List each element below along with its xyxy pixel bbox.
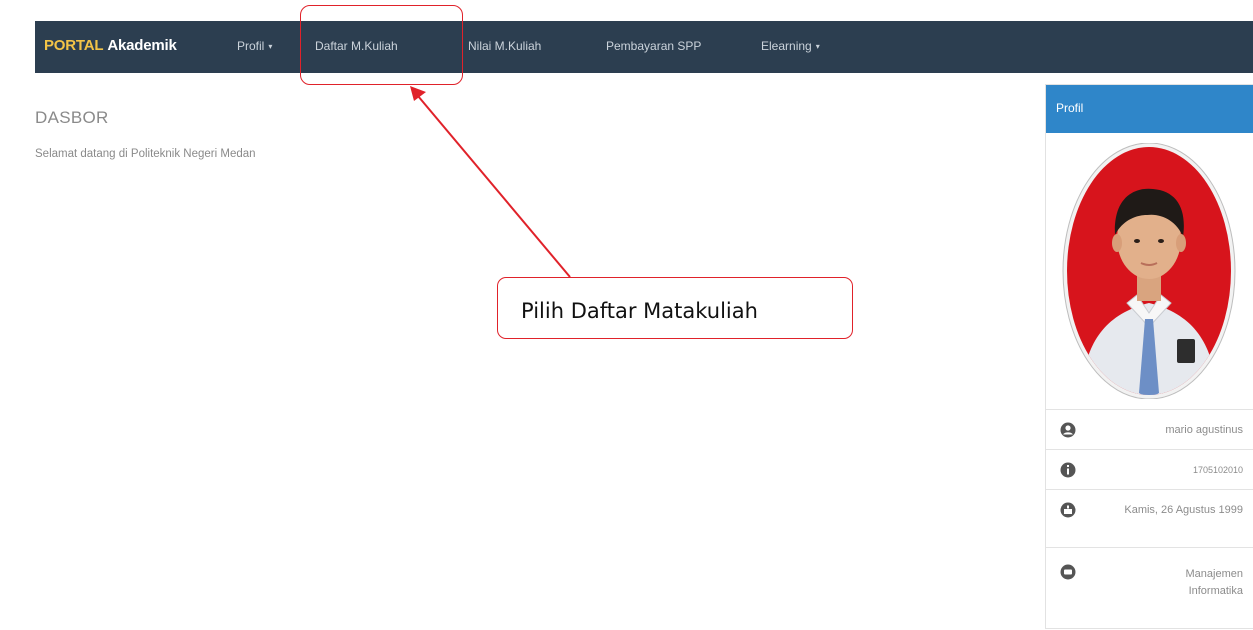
callout-text: Pilih Daftar Matakuliah [521,299,758,323]
arrow-head-icon [410,86,426,101]
callout-box: Pilih Daftar Matakuliah [497,277,853,339]
